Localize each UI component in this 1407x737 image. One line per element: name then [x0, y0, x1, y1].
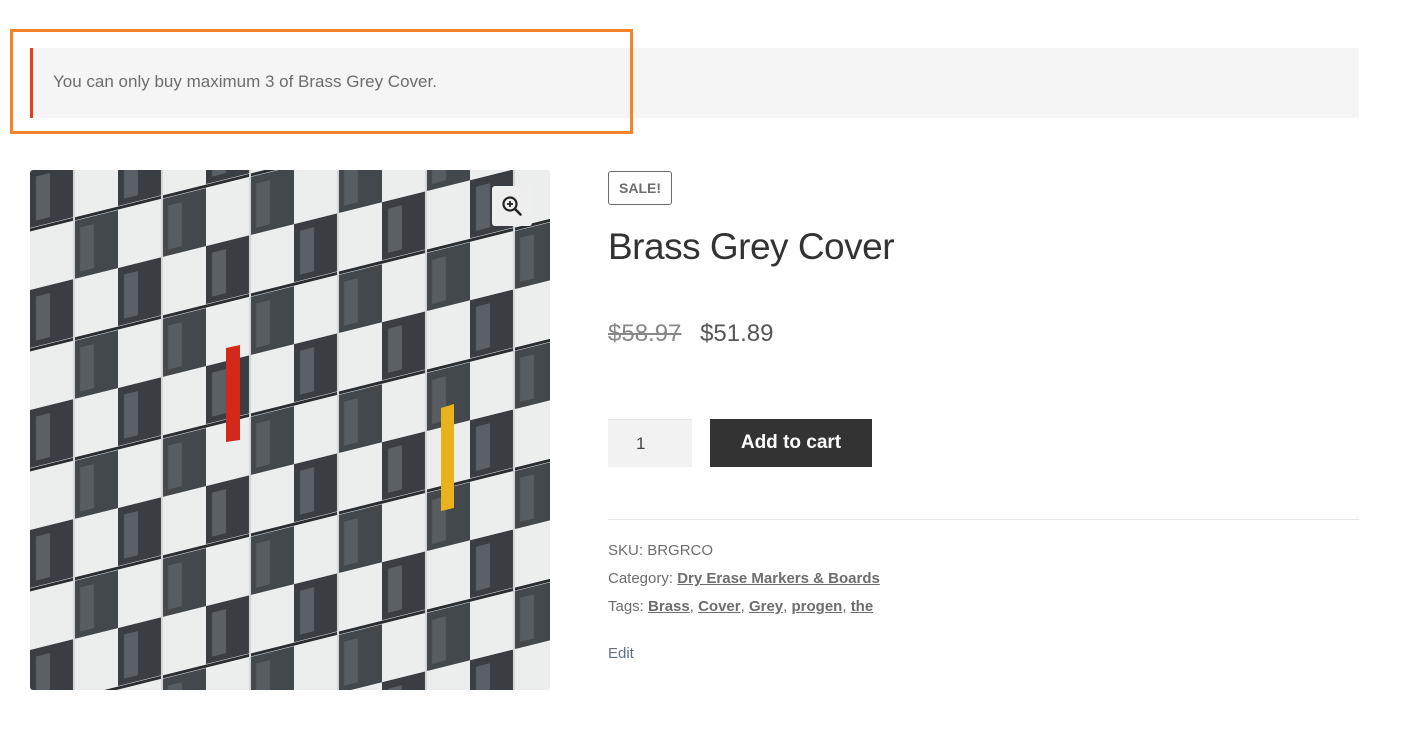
edit-link[interactable]: Edit	[608, 645, 634, 662]
product-image[interactable]	[30, 170, 550, 690]
category-link[interactable]: Dry Erase Markers & Boards	[677, 570, 880, 587]
zoom-button[interactable]	[492, 186, 532, 226]
notice-message: You can only buy maximum 3 of Brass Grey…	[53, 72, 437, 91]
add-to-cart-button[interactable]: Add to cart	[710, 419, 872, 467]
sku-value: BRGRCO	[647, 542, 714, 559]
price: $58.97 $51.89	[608, 320, 773, 348]
error-notice: You can only buy maximum 3 of Brass Grey…	[30, 48, 1359, 118]
zoom-in-icon	[502, 196, 522, 216]
sku-label: SKU:	[608, 542, 644, 559]
sale-badge: SALE!	[608, 171, 672, 205]
product-page: You can only buy maximum 3 of Brass Grey…	[0, 0, 1407, 737]
tag-link[interactable]: Brass	[648, 598, 690, 615]
sale-price: $51.89	[700, 320, 774, 347]
category-row: Category: Dry Erase Markers & Boards	[608, 570, 880, 587]
category-label: Category:	[608, 570, 674, 587]
tag-link[interactable]: progen	[792, 598, 843, 615]
tags-row: Tags: Brass, Cover, Grey, progen, the	[608, 598, 874, 615]
sku-row: SKU: BRGRCO	[608, 542, 713, 559]
tag-link[interactable]: the	[851, 598, 874, 615]
tags-label: Tags:	[608, 598, 644, 615]
regular-price: $58.97	[608, 320, 682, 347]
tag-link[interactable]: Grey	[749, 598, 783, 615]
divider	[608, 519, 1359, 520]
product-title: Brass Grey Cover	[608, 226, 895, 267]
tag-link[interactable]: Cover	[698, 598, 741, 615]
quantity-input[interactable]	[608, 419, 692, 467]
